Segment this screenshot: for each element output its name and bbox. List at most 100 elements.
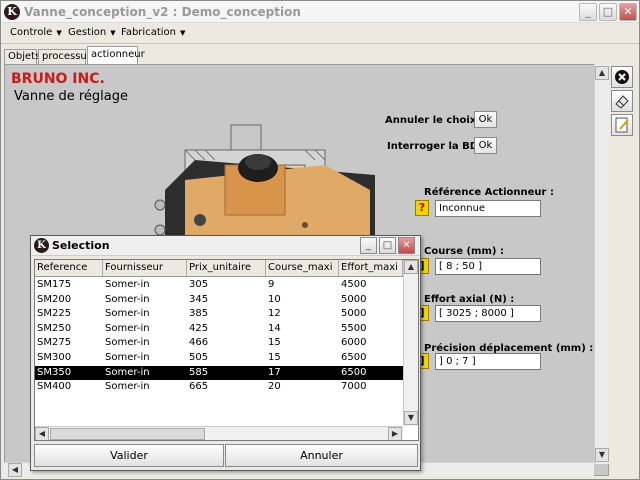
table-row[interactable]: SM275 Somer-in 466 15 6000 <box>35 336 405 350</box>
table-row[interactable]: SM300 Somer-in 505 15 6500 <box>35 351 405 365</box>
table-cell: 15 <box>268 337 281 349</box>
title-bar[interactable]: K Vanne_conception_v2 : Demo_conception … <box>1 1 639 23</box>
tab-actionneur[interactable]: actionneur <box>87 46 145 64</box>
dialog-title-bar[interactable]: K Selection _ □ ✕ <box>31 236 420 256</box>
table-cell: 7000 <box>341 381 367 393</box>
menu-controle-label: Controle <box>10 27 53 38</box>
table-vertical-scrollbar[interactable]: ▲ ▼ <box>403 260 418 426</box>
interroger-ok-button[interactable]: Ok <box>474 137 497 154</box>
table-cell: 5000 <box>341 308 367 320</box>
selection-table: Reference Fournisseur Prix_unitaire Cour… <box>34 259 419 441</box>
eraser-icon[interactable] <box>611 90 633 112</box>
scroll-up-icon[interactable]: ▲ <box>595 66 609 80</box>
table-cell: 10 <box>268 293 281 305</box>
table-row[interactable]: SM400 Somer-in 665 20 7000 <box>35 380 405 394</box>
table-cell: SM300 <box>37 352 72 363</box>
table-cell: SM175 <box>37 279 72 290</box>
tab-objets[interactable]: Objets <box>4 49 40 64</box>
table-cell: SM225 <box>37 308 72 320</box>
menu-fabrication[interactable]: Fabrication ▼ <box>121 27 185 38</box>
column-prix-unitaire[interactable]: Prix_unitaire <box>187 260 266 276</box>
reference-field[interactable]: Inconnue <box>435 200 541 217</box>
table-cell: 505 <box>189 352 209 363</box>
menu-bar: Controle ▼ Gestion ▼ Fabrication ▼ <box>1 24 639 44</box>
table-cell: 14 <box>268 322 281 334</box>
annuler-choix-label: Annuler le choix : <box>385 115 484 126</box>
interroger-bd-label: Interroger la BD : <box>387 141 486 152</box>
scroll-down-icon[interactable]: ▼ <box>595 448 609 462</box>
dialog-title: Selection <box>52 239 110 252</box>
menu-gestion[interactable]: Gestion ▼ <box>68 27 116 38</box>
table-cell: 6000 <box>341 337 367 349</box>
table-cell: 15 <box>268 352 281 363</box>
page-subtitle: Vanne de réglage <box>14 89 128 104</box>
maximize-button[interactable]: □ <box>599 3 617 21</box>
table-row[interactable]: SM225 Somer-in 385 12 5000 <box>35 307 405 321</box>
table-cell: 12 <box>268 308 281 320</box>
effort-field[interactable]: [ 3025 ; 8000 ] <box>435 305 541 322</box>
table-cell: 4500 <box>341 279 367 290</box>
close-button[interactable]: ✕ <box>619 3 637 21</box>
table-cell: Somer-in <box>105 293 150 305</box>
table-cell: 20 <box>268 381 281 393</box>
table-cell: 425 <box>189 322 209 334</box>
dialog-minimize-button[interactable]: _ <box>360 237 377 254</box>
dialog-maximize-button[interactable]: □ <box>379 237 396 254</box>
scroll-left-icon[interactable]: ◀ <box>35 427 49 440</box>
precision-field[interactable]: ] 0 ; 7 ] <box>435 353 541 370</box>
menu-controle[interactable]: Controle ▼ <box>10 27 62 38</box>
chevron-down-icon: ▼ <box>179 29 186 37</box>
table-cell: Somer-in <box>105 352 150 363</box>
company-name: BRUNO INC. <box>11 71 105 87</box>
window-title: Vanne_conception_v2 : Demo_conception <box>24 5 301 19</box>
table-cell: Somer-in <box>105 308 150 320</box>
edit-icon[interactable] <box>611 114 633 136</box>
app-icon: K <box>4 4 20 20</box>
scroll-left-icon[interactable]: ◀ <box>8 463 22 477</box>
table-cell: 5000 <box>341 293 367 305</box>
table-cell: 665 <box>189 381 209 393</box>
table-cell: 6500 <box>341 366 367 378</box>
column-course-maxi[interactable]: Course_maxi <box>266 260 339 276</box>
table-horizontal-scrollbar[interactable]: ◀ ▶ <box>35 426 403 440</box>
scroll-down-icon[interactable]: ▼ <box>404 411 418 425</box>
reference-label: Référence Actionneur : <box>424 187 554 198</box>
help-icon[interactable]: ? <box>415 200 429 216</box>
column-fournisseur[interactable]: Fournisseur <box>103 260 187 276</box>
dialog-app-icon: K <box>34 238 49 253</box>
table-row[interactable]: SM250 Somer-in 425 14 5500 <box>35 322 405 336</box>
table-cell: SM275 <box>37 337 72 349</box>
table-cell: SM250 <box>37 322 72 334</box>
dialog-close-button[interactable]: ✕ <box>398 237 415 254</box>
table-cell: 466 <box>189 337 209 349</box>
table-cell: 345 <box>189 293 209 305</box>
tab-processus[interactable]: processus <box>38 49 92 64</box>
table-cell: 5500 <box>341 322 367 334</box>
table-cell: 585 <box>189 366 209 378</box>
chevron-down-icon: ▼ <box>110 29 116 37</box>
valider-button[interactable]: Valider <box>34 444 224 467</box>
table-cell: Somer-in <box>105 279 150 290</box>
main-vertical-scrollbar[interactable]: ▲ ▼ <box>594 64 609 464</box>
table-row[interactable]: SM200 Somer-in 345 10 5000 <box>35 293 405 307</box>
scroll-up-icon[interactable]: ▲ <box>404 260 418 274</box>
table-row[interactable]: SM350 Somer-in 585 17 6500 <box>35 365 405 380</box>
effort-label: Effort axial (N) : <box>424 294 515 305</box>
annuler-button[interactable]: Annuler <box>225 444 418 467</box>
course-field[interactable]: [ 8 ; 50 ] <box>435 258 541 275</box>
stop-icon[interactable] <box>611 66 633 88</box>
annuler-ok-button[interactable]: Ok <box>474 111 497 128</box>
table-cell: 17 <box>268 366 281 378</box>
scroll-thumb[interactable] <box>50 428 205 440</box>
menu-gestion-label: Gestion <box>68 27 107 38</box>
scroll-right-icon[interactable]: ▶ <box>388 427 402 440</box>
column-effort-maxi[interactable]: Effort_maxi <box>339 260 403 276</box>
table-cell: Somer-in <box>105 381 150 393</box>
table-cell: SM400 <box>37 381 72 393</box>
table-cell: SM200 <box>37 293 72 305</box>
table-cell: 305 <box>189 279 209 290</box>
table-row[interactable]: SM175 Somer-in 305 9 4500 <box>35 278 405 292</box>
column-reference[interactable]: Reference <box>35 260 103 276</box>
minimize-button[interactable]: _ <box>579 3 597 21</box>
table-header: Reference Fournisseur Prix_unitaire Cour… <box>35 260 405 277</box>
